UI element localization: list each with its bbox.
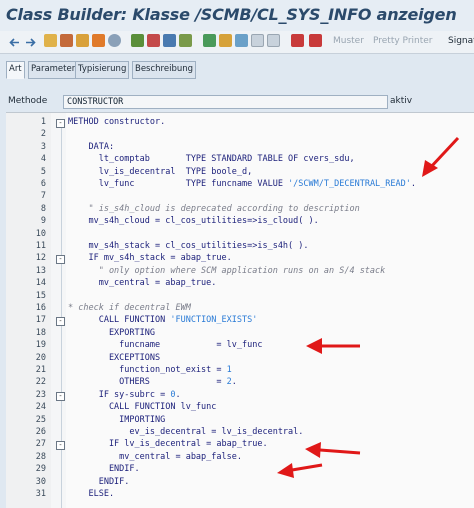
arrow-lv-func-value [422,136,460,177]
annotation-arrows [277,136,460,478]
arrow-mv-central-false [277,463,323,478]
arrow-if-decentral [305,442,361,458]
arrow-funcname-export [306,338,360,354]
